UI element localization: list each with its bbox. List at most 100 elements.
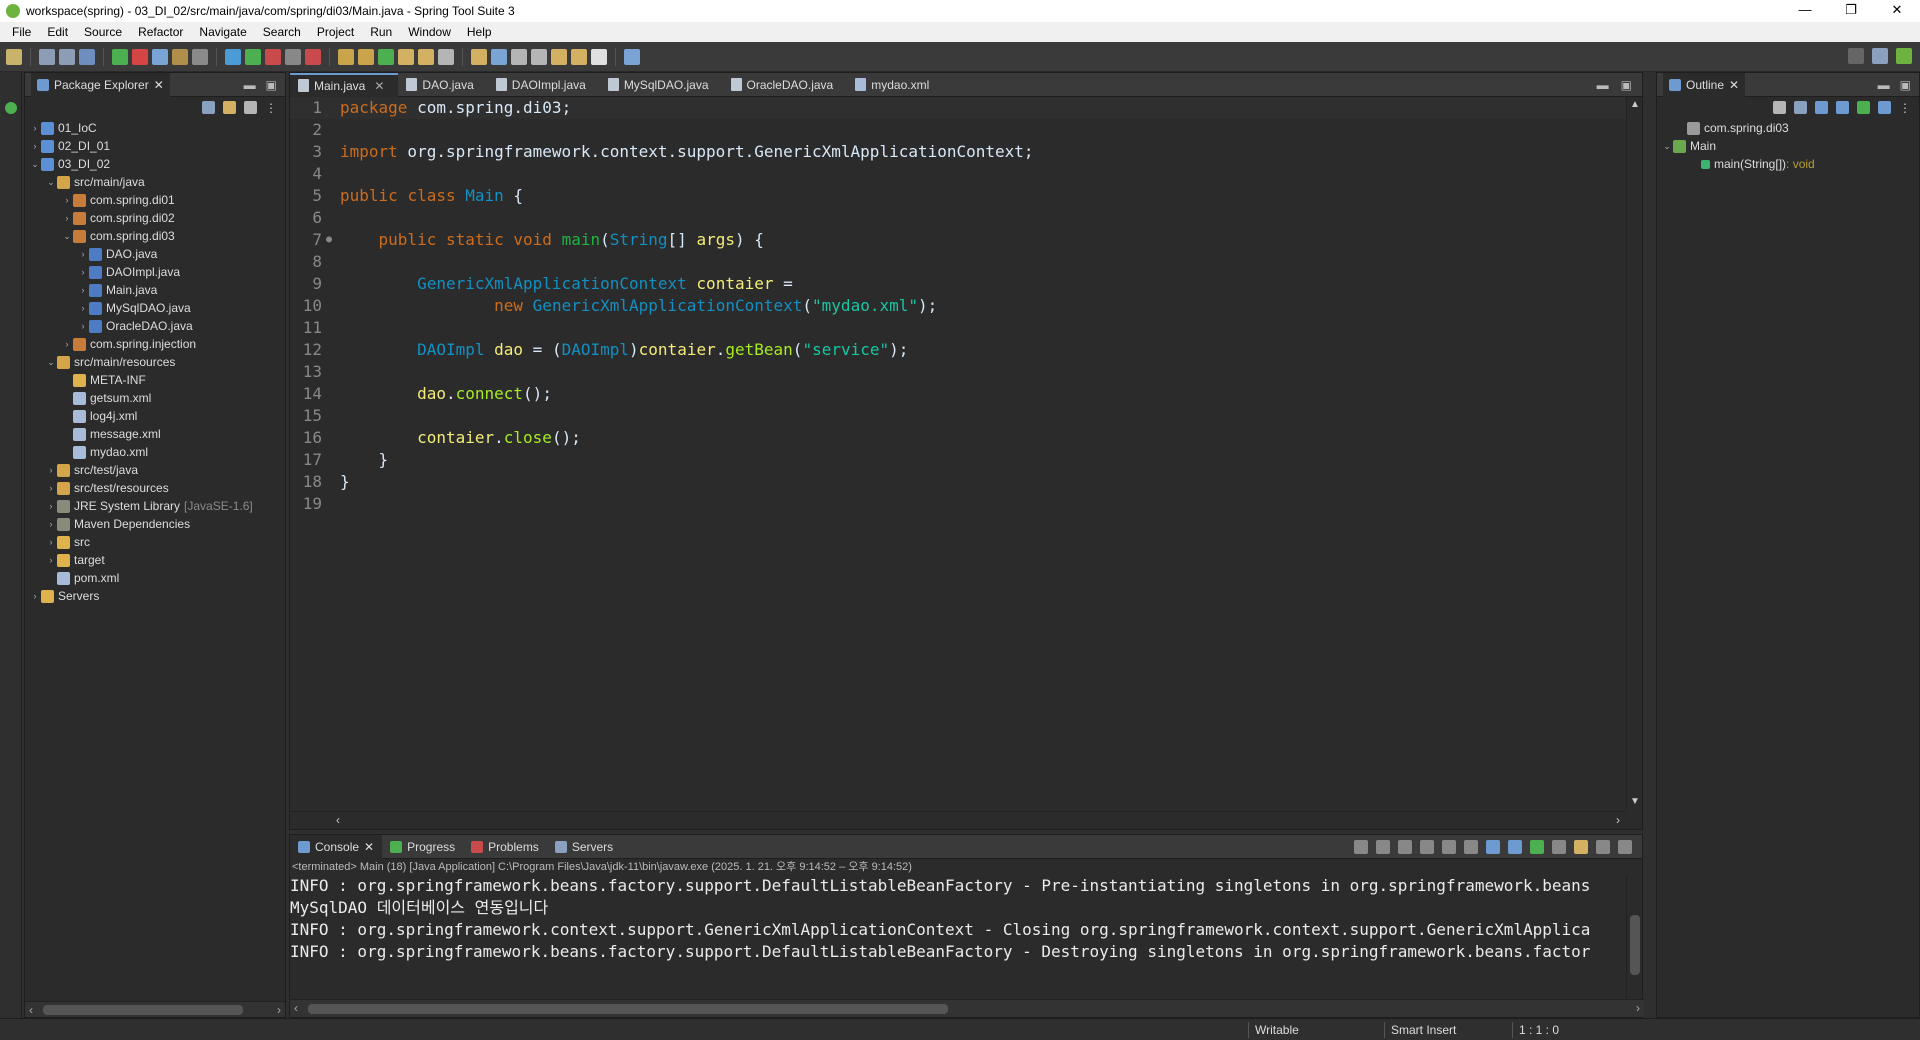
remove-launch-icon[interactable] — [1354, 839, 1368, 854]
open-perspective-icon[interactable] — [624, 48, 640, 65]
new-icon[interactable] — [6, 48, 22, 65]
stop-icon[interactable] — [285, 48, 301, 65]
view-menu-icon[interactable]: ⋮ — [1899, 101, 1911, 115]
code-line[interactable]: 11 — [290, 317, 1626, 339]
clear-console-icon[interactable] — [1420, 839, 1434, 854]
tree-item[interactable]: › DAO.java — [25, 245, 285, 263]
back-icon[interactable] — [551, 48, 567, 65]
tree-item[interactable]: › JRE System Library [JavaSE-1.6] — [25, 497, 285, 515]
console-horizontal-scrollbar[interactable]: ‹ › — [290, 999, 1644, 1017]
chevron-right-icon[interactable]: › — [61, 195, 73, 205]
link-with-editor-icon[interactable] — [223, 101, 236, 114]
tree-item[interactable]: › target — [25, 551, 285, 569]
close-icon[interactable]: ✕ — [374, 79, 384, 93]
tab-oracledao-java[interactable]: OracleDAO.java — [723, 73, 848, 97]
code-line[interactable]: 15 — [290, 405, 1626, 427]
close-icon[interactable]: ✕ — [364, 840, 374, 854]
forward-icon[interactable] — [571, 48, 587, 65]
menu-refactor[interactable]: Refactor — [130, 25, 191, 39]
maximize-view-button[interactable]: ▣ — [1900, 78, 1911, 92]
menu-run[interactable]: Run — [362, 25, 400, 39]
pin-console-icon[interactable] — [1530, 839, 1544, 854]
chevron-right-icon[interactable]: › — [77, 303, 89, 313]
code-line[interactable]: 2 — [290, 119, 1626, 141]
menu-source[interactable]: Source — [76, 25, 130, 39]
hide-static-icon[interactable] — [1836, 101, 1849, 114]
maximize-editor-button[interactable]: ▣ — [1621, 78, 1632, 92]
chevron-right-icon[interactable]: › — [45, 501, 57, 511]
tree-item[interactable]: pom.xml — [25, 569, 285, 587]
tab-problems[interactable]: Problems — [463, 835, 547, 859]
chevron-right-icon[interactable]: › — [77, 249, 89, 259]
tab-outline[interactable]: Outline ✕ — [1663, 72, 1746, 97]
tree-item[interactable]: › src — [25, 533, 285, 551]
chevron-right-icon[interactable]: › — [29, 123, 41, 133]
code-line[interactable]: 13 — [290, 361, 1626, 383]
code-line[interactable]: 1 package com.spring.di03; — [290, 97, 1626, 119]
show-on-stdout-icon[interactable] — [1486, 839, 1500, 854]
code-line[interactable]: 6 — [290, 207, 1626, 229]
maximize-button[interactable]: ❐ — [1828, 0, 1874, 22]
tree-item[interactable]: › Main.java — [25, 281, 285, 299]
tab-daoimpl-java[interactable]: DAOImpl.java — [488, 73, 600, 97]
collapse-all-icon[interactable] — [202, 101, 215, 114]
scroll-right-icon[interactable]: › — [1636, 1001, 1640, 1015]
menu-file[interactable]: File — [4, 25, 39, 39]
scroll-lock-icon[interactable] — [1442, 839, 1456, 854]
minimize-view-button[interactable]: ▬ — [1878, 78, 1890, 92]
collapse-all-icon[interactable] — [1773, 101, 1786, 114]
sort-icon[interactable] — [1794, 101, 1807, 114]
scroll-down-icon[interactable]: ▼ — [1630, 796, 1640, 807]
tree-item[interactable]: › com.spring.injection — [25, 335, 285, 353]
hide-fields-icon[interactable] — [1815, 101, 1828, 114]
open-task-icon[interactable] — [418, 48, 434, 65]
code-line[interactable]: 10 new GenericXmlApplicationContext("myd… — [290, 295, 1626, 317]
remove-all-icon[interactable] — [1398, 839, 1412, 854]
filter-icon[interactable] — [244, 101, 257, 114]
chevron-right-icon[interactable]: › — [29, 591, 41, 601]
chevron-right-icon[interactable]: › — [77, 285, 89, 295]
new-java-project-icon[interactable] — [338, 48, 354, 65]
maximize-console-icon[interactable] — [1618, 839, 1632, 854]
run-icon[interactable] — [245, 48, 261, 65]
show-on-stderr-icon[interactable] — [1508, 839, 1522, 854]
tree-item[interactable]: ⌄ src/main/resources — [25, 353, 285, 371]
code-area[interactable]: 1 package com.spring.di03; 2 3 import org.sp… — [290, 97, 1626, 809]
chevron-right-icon[interactable]: › — [77, 267, 89, 277]
scroll-left-icon[interactable]: ‹ — [294, 1001, 298, 1015]
tab-mydao-xml[interactable]: mydao.xml — [847, 73, 943, 97]
menu-search[interactable]: Search — [255, 25, 309, 39]
tree-item[interactable]: ⌄ src/main/java — [25, 173, 285, 191]
tab-package-explorer[interactable]: Package Explorer ✕ — [31, 72, 170, 97]
code-line[interactable]: 4 — [290, 163, 1626, 185]
chevron-down-icon[interactable]: ⌄ — [45, 357, 57, 368]
code-line[interactable]: 14 dao.connect(); — [290, 383, 1626, 405]
tree-item[interactable]: ⌄ 03_DI_02 — [25, 155, 285, 173]
chevron-right-icon[interactable]: › — [45, 465, 57, 475]
scroll-left-icon[interactable]: ‹ — [29, 1003, 33, 1017]
tree-item[interactable]: ⌄ com.spring.di03 — [25, 227, 285, 245]
terminate-icon[interactable] — [1376, 839, 1390, 854]
chevron-down-icon[interactable]: ⌄ — [1661, 141, 1673, 152]
code-line[interactable]: 5 public class Main { — [290, 185, 1626, 207]
tree-item[interactable]: message.xml — [25, 425, 285, 443]
close-window-button[interactable]: ✕ — [1874, 0, 1920, 22]
scrollbar-thumb[interactable] — [1630, 915, 1640, 975]
tree-item[interactable]: META-INF — [25, 371, 285, 389]
pin-editor-icon[interactable] — [591, 48, 607, 65]
scrollbar-thumb[interactable] — [308, 1004, 948, 1014]
console-output[interactable]: INFO : org.springframework.beans.factory… — [290, 875, 1624, 963]
spring-perspective-icon[interactable] — [1896, 48, 1912, 64]
search-tool-icon[interactable] — [438, 48, 454, 65]
tree-item[interactable]: getsum.xml — [25, 389, 285, 407]
code-line[interactable]: 9 GenericXmlApplicationContext contaier … — [290, 273, 1626, 295]
new-package-icon[interactable] — [358, 48, 374, 65]
tree-item[interactable]: log4j.xml — [25, 407, 285, 425]
minimize-editor-button[interactable]: ▬ — [1597, 78, 1609, 92]
tab-mysqldao-java[interactable]: MySqlDAO.java — [600, 73, 723, 97]
tree-item[interactable]: mydao.xml — [25, 443, 285, 461]
view-menu-icon[interactable]: ⋮ — [265, 101, 277, 115]
scroll-left-icon[interactable]: ‹ — [336, 813, 340, 827]
tree-item[interactable]: › 02_DI_01 — [25, 137, 285, 155]
external-tools-icon[interactable] — [265, 48, 281, 65]
